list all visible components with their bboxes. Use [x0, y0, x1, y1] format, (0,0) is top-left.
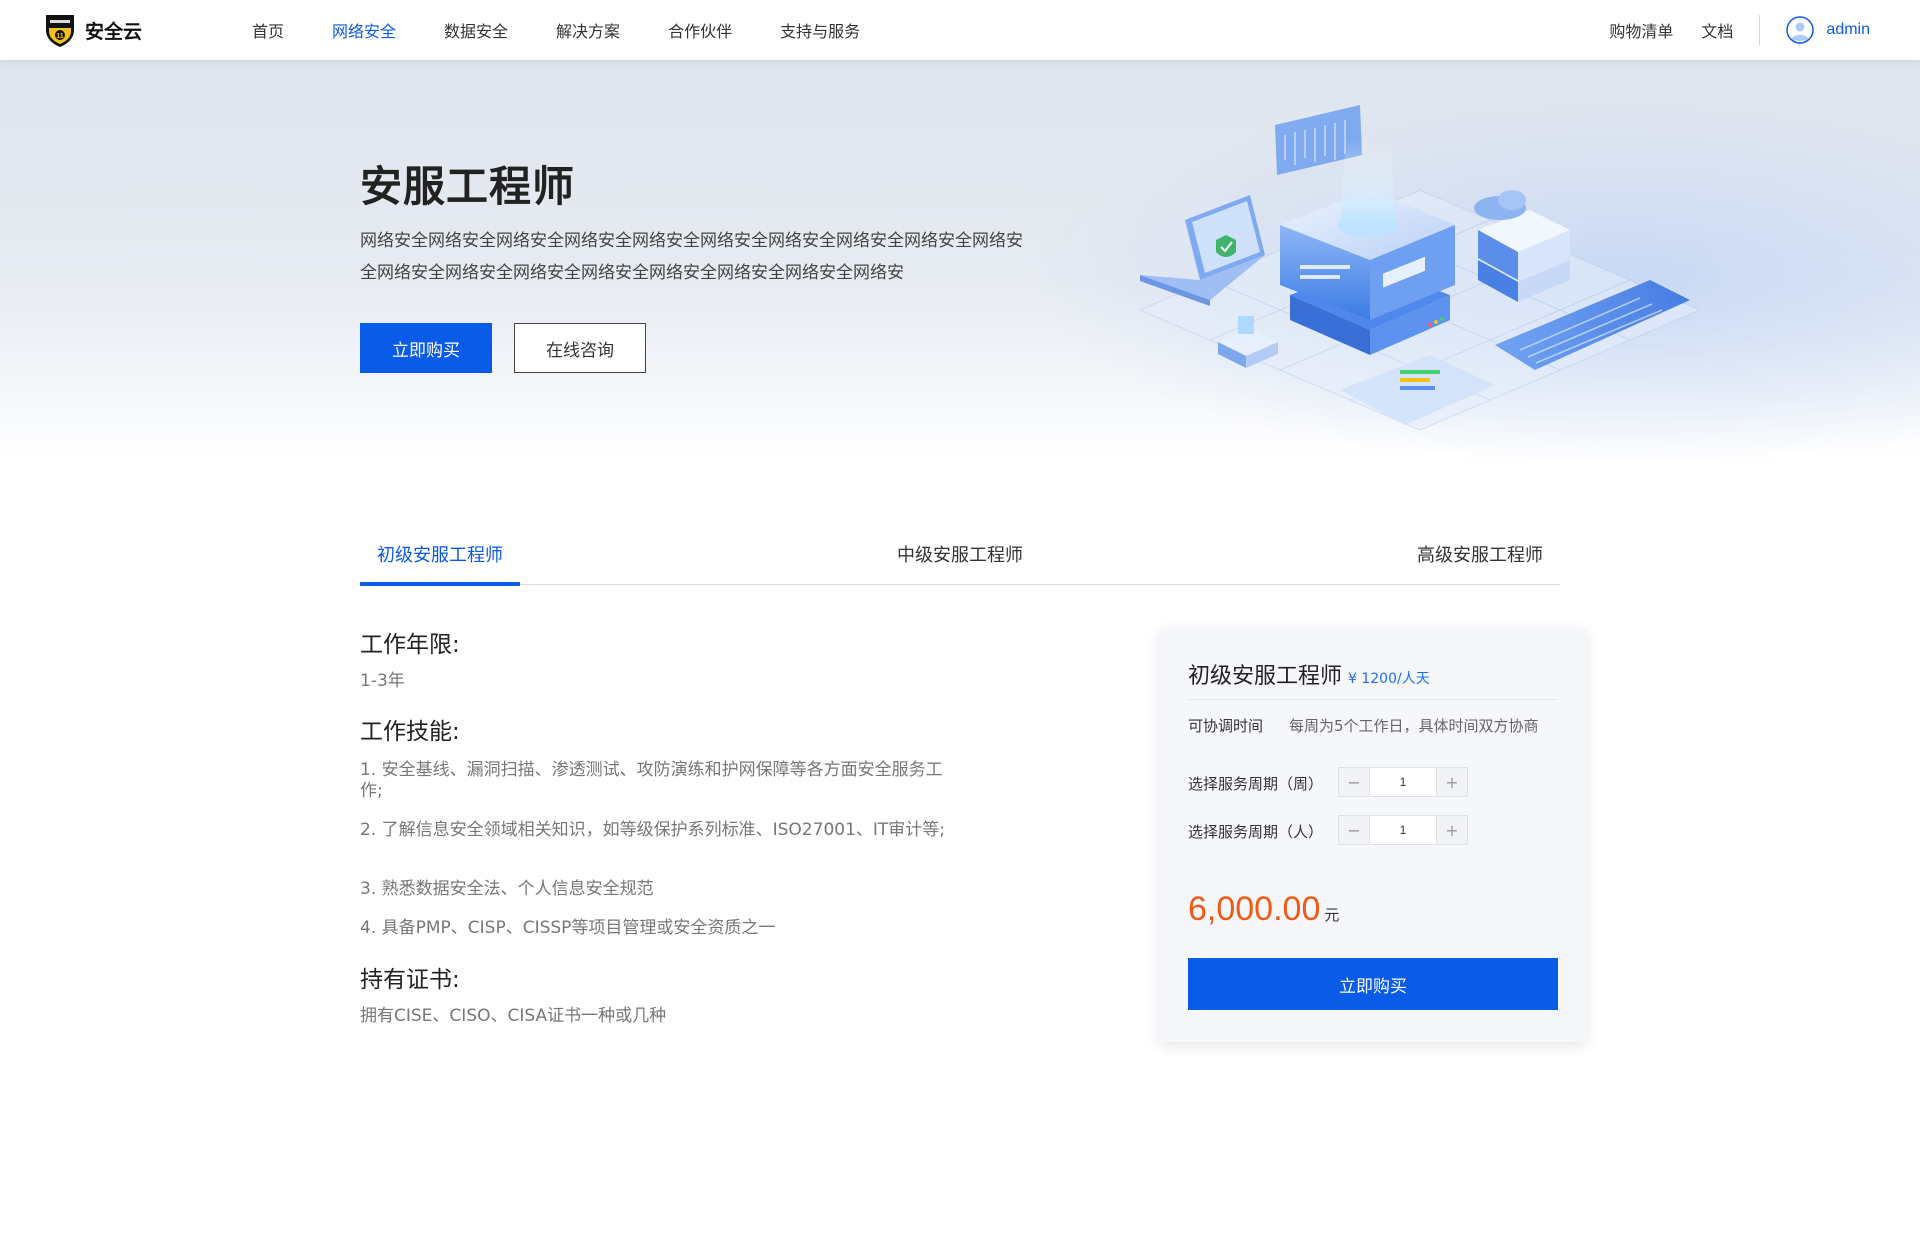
week-decrement-button[interactable]: − [1339, 768, 1369, 796]
total-currency: 元 [1324, 906, 1340, 924]
week-period-label: 选择服务周期（周） [1188, 775, 1324, 793]
hero-description: 网络安全网络安全网络安全网络安全网络安全网络安全网络安全网络安全网络安全网络安全… [360, 231, 1023, 283]
years-title: 工作年限: [360, 632, 460, 658]
years-value: 1-3年 [360, 671, 405, 691]
people-increment-button[interactable]: + [1437, 816, 1467, 844]
docs-link[interactable]: 文档 [1701, 18, 1733, 42]
user-menu[interactable]: admin [1786, 16, 1870, 44]
people-quantity-stepper: − + [1338, 815, 1468, 845]
people-quantity-input[interactable] [1369, 816, 1437, 844]
nav-support[interactable]: 支持与服务 [780, 18, 860, 42]
logo-text: 安全云 [85, 20, 143, 43]
skill-item: 3. 熟悉数据安全法、个人信息安全规范 [360, 879, 654, 899]
people-decrement-button[interactable]: − [1339, 816, 1369, 844]
server-illustration-icon [1138, 105, 1702, 431]
card-buy-button[interactable]: 立即购买 [1188, 958, 1558, 1010]
week-quantity-stepper: − + [1338, 767, 1468, 797]
nav-data-security[interactable]: 数据安全 [444, 18, 508, 42]
engineer-level-tabs: 初级安服工程师 中级安服工程师 高级安服工程师 [360, 523, 1560, 586]
certificate-value: 拥有CISE、CISO、CISA证书一种或几种 [360, 1006, 667, 1026]
nav-network-security[interactable]: 网络安全 [332, 18, 396, 42]
header-actions: 购物清单 文档 admin [1581, 0, 1870, 60]
cart-link[interactable]: 购物清单 [1609, 18, 1673, 42]
available-time-label: 可协调时间 [1188, 717, 1264, 735]
tab-senior[interactable]: 高级安服工程师 [1400, 523, 1560, 585]
skill-item: 1. 安全基线、漏洞扫描、渗透测试、攻防演练和护网保障等各方面安全服务工作; [360, 760, 943, 801]
nav-partners[interactable]: 合作伙伴 [668, 18, 732, 42]
svg-text:11: 11 [56, 33, 64, 40]
username: admin [1826, 21, 1870, 38]
tab-intermediate[interactable]: 中级安服工程师 [880, 523, 1040, 585]
page-title: 安服工程师 [360, 162, 576, 211]
user-avatar-icon [1786, 16, 1815, 44]
shield-logo-icon: 11 [46, 15, 74, 47]
nav-home[interactable]: 首页 [252, 18, 284, 42]
nav-solutions[interactable]: 解决方案 [556, 18, 620, 42]
week-quantity-input[interactable] [1369, 768, 1437, 796]
skill-item: 4. 具备PMP、CISP、CISSP等项目管理或安全资质之一 [360, 918, 776, 938]
top-header: 11 安全云 首页 网络安全 数据安全 解决方案 合作伙伴 支持与服务 购物清单… [0, 0, 1920, 60]
skills-title: 工作技能: [360, 719, 460, 745]
tab-junior[interactable]: 初级安服工程师 [360, 523, 520, 586]
people-period-label: 选择服务周期（人） [1188, 823, 1324, 841]
purchase-card: 初级安服工程师 ¥ 1200/人天 可协调时间 每周为5个工作日，具体时间双方协… [1160, 628, 1586, 1042]
card-title: 初级安服工程师 [1188, 664, 1343, 689]
logo[interactable]: 11 安全云 [44, 12, 142, 48]
main-nav: 首页 网络安全 数据安全 解决方案 合作伙伴 支持与服务 [252, 0, 908, 60]
hero-banner: 安服工程师 网络安全网络安全网络安全网络安全网络安全网络安全网络安全网络安全网络… [0, 60, 1920, 460]
hero-consult-button[interactable]: 在线咨询 [514, 323, 646, 373]
total-amount: 6,000.00 [1188, 890, 1321, 928]
total-price: 6,000.00 元 [1188, 890, 1339, 929]
card-divider [1188, 699, 1558, 700]
available-time-value: 每周为5个工作日，具体时间双方协商 [1289, 717, 1539, 735]
header-divider [1759, 15, 1761, 45]
week-increment-button[interactable]: + [1437, 768, 1467, 796]
hero-buy-button[interactable]: 立即购买 [360, 323, 492, 373]
unit-price: ¥ 1200/人天 [1348, 671, 1430, 687]
certificate-title: 持有证书: [360, 967, 460, 993]
skill-item: 2. 了解信息安全领域相关知识，如等级保护系列标准、ISO27001、IT审计等… [360, 820, 946, 840]
